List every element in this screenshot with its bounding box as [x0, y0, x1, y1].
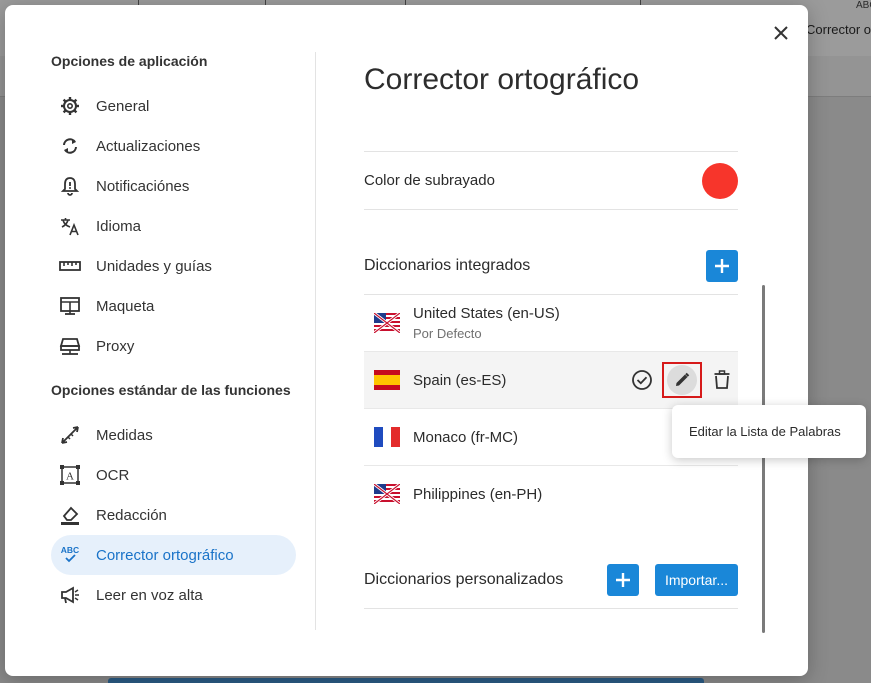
dictionary-text: Spain (es-ES)	[413, 372, 506, 389]
background-bottom-strip	[108, 678, 704, 683]
background-spellcheck-label[interactable]: Corrector o	[806, 22, 871, 37]
sidebar-item-general[interactable]: General	[51, 86, 296, 126]
sidebar-item-label: Proxy	[96, 337, 135, 355]
custom-dicts-title: Diccionarios personalizados	[364, 571, 564, 588]
edit-word-list-button[interactable]	[667, 365, 697, 395]
sidebar-divider	[315, 52, 316, 630]
spellcheck-panel: Corrector ortográfico Color de subrayado…	[364, 55, 738, 609]
us-flag-icon	[374, 484, 400, 504]
dictionary-row-es-es[interactable]: Spain (es-ES)	[364, 352, 738, 409]
preferences-dialog: Opciones de aplicación General Actualiza…	[5, 5, 808, 676]
close-icon	[774, 26, 788, 40]
dictionary-text: United States (en-US) Por Defecto	[413, 305, 560, 341]
feature-options-title: Opciones estándar de las funciones	[51, 382, 291, 398]
dictionary-name: Monaco (fr-MC)	[413, 428, 519, 446]
gear-icon	[59, 95, 81, 117]
sidebar-item-notifications[interactable]: Notificaciónes	[51, 166, 296, 206]
svg-text:A: A	[66, 471, 74, 483]
eraser-icon	[59, 504, 81, 526]
measure-icon	[59, 424, 81, 446]
dictionary-name: Philippines (en-PH)	[413, 485, 543, 503]
sidebar-item-read-aloud[interactable]: Leer en voz alta	[51, 575, 296, 615]
close-button[interactable]	[769, 21, 793, 45]
plus-icon	[615, 573, 630, 587]
us-flag-icon	[374, 313, 400, 333]
sidebar-item-measures[interactable]: Medidas	[51, 415, 296, 455]
dictionary-row-en-us[interactable]: United States (en-US) Por Defecto	[364, 295, 738, 352]
divider	[364, 608, 738, 609]
page-title: Corrector ortográfico	[364, 63, 640, 96]
sidebar-item-label: Maqueta	[96, 297, 155, 315]
sidebar-item-redaction[interactable]: Redacción	[51, 495, 296, 535]
sidebar-item-proxy[interactable]: Proxy	[51, 326, 296, 366]
sidebar-item-label: Actualizaciones	[96, 137, 201, 155]
sidebar-item-ocr[interactable]: A OCR	[51, 455, 296, 495]
sidebar-item-label: Corrector ortográfico	[96, 546, 234, 564]
custom-dicts-header: Diccionarios personalizados Importar...	[364, 552, 738, 608]
refresh-icon	[59, 135, 81, 157]
ruler-icon	[59, 255, 81, 277]
set-default-button[interactable]	[626, 364, 658, 396]
custom-dicts-actions: Importar...	[606, 564, 738, 596]
dictionary-text: Monaco (fr-MC)	[413, 429, 518, 446]
svg-text:ABC: ABC	[61, 545, 79, 555]
sidebar: Opciones de aplicación General Actualiza…	[51, 51, 296, 615]
import-button[interactable]: Importar...	[654, 564, 738, 596]
sidebar-item-layout[interactable]: Maqueta	[51, 286, 296, 326]
ocr-icon: A	[59, 464, 81, 486]
background-spellcheck-icon: ABC	[856, 0, 871, 11]
layout-icon	[59, 295, 81, 317]
sidebar-item-label: Redacción	[96, 506, 167, 524]
sidebar-item-label: Leer en voz alta	[96, 586, 203, 604]
trash-icon	[714, 370, 730, 389]
underline-color-row: Color de subrayado	[364, 152, 738, 209]
edit-word-list-highlight	[662, 362, 702, 398]
sidebar-item-label: Notificaciónes	[96, 177, 190, 195]
bell-alert-icon	[59, 175, 81, 197]
dictionary-row-en-ph[interactable]: Philippines (en-PH)	[364, 466, 738, 522]
delete-dict-button[interactable]	[706, 364, 738, 396]
dictionary-name: United States (en-US)	[413, 305, 560, 322]
sidebar-item-label: OCR	[96, 466, 130, 484]
tooltip: Editar la Lista de Palabras	[672, 405, 866, 458]
sidebar-item-language[interactable]: Idioma	[51, 206, 296, 246]
sidebar-item-label: Medidas	[96, 426, 153, 444]
sidebar-item-label: General	[96, 97, 150, 115]
underline-color-swatch[interactable]	[702, 162, 738, 199]
app-options-title: Opciones de aplicación	[51, 53, 208, 69]
scrollbar[interactable]	[762, 285, 765, 633]
sidebar-item-units[interactable]: Unidades y guías	[51, 246, 296, 286]
sidebar-item-updates[interactable]: Actualizaciones	[51, 126, 296, 166]
dictionary-name: Spain (es-ES)	[413, 371, 507, 389]
add-custom-dict-button[interactable]	[606, 564, 639, 596]
pencil-icon	[676, 372, 690, 386]
sidebar-item-label: Unidades y guías	[96, 257, 212, 275]
add-builtin-dict-button[interactable]	[706, 250, 738, 282]
translate-icon	[59, 215, 81, 237]
builtin-dicts-title: Diccionarios integrados	[364, 257, 531, 274]
plus-icon	[715, 259, 729, 273]
dictionary-actions	[626, 352, 738, 408]
spellcheck-icon: ABC	[59, 544, 81, 566]
builtin-dicts-header: Diccionarios integrados	[364, 238, 738, 294]
sidebar-item-label: Idioma	[96, 217, 142, 235]
tooltip-text: Editar la Lista de Palabras	[689, 424, 841, 439]
network-icon	[59, 335, 81, 357]
dictionary-default-label: Por Defecto	[413, 326, 482, 341]
megaphone-icon	[59, 584, 81, 606]
sidebar-item-spellcheck[interactable]: ABC Corrector ortográfico	[51, 535, 296, 575]
check-circle-icon	[632, 370, 652, 390]
spain-flag-icon	[374, 370, 400, 390]
underline-color-label: Color de subrayado	[364, 172, 495, 189]
dictionary-text: Philippines (en-PH)	[413, 486, 542, 503]
france-flag-icon	[374, 427, 400, 447]
